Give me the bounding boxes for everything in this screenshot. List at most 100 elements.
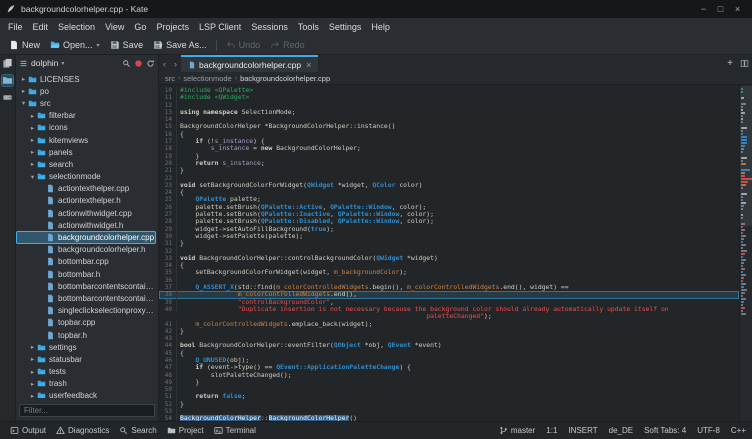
minimap-bar <box>741 256 743 258</box>
maximize-button[interactable]: □ <box>712 4 729 14</box>
project-selector[interactable]: dolphin ▾ <box>31 58 64 68</box>
tab-backgroundcolorhelper-cpp[interactable]: backgroundcolorhelper.cpp × <box>181 55 318 72</box>
menu-projects[interactable]: Projects <box>151 22 194 32</box>
close-button[interactable]: × <box>729 4 746 14</box>
indent-settings[interactable]: Soft Tabs: 4 <box>644 426 686 435</box>
dictionary[interactable]: de_DE <box>609 426 633 435</box>
undo-button[interactable]: Undo <box>221 39 266 51</box>
tree-folder-icons[interactable]: ▸icons <box>16 122 156 134</box>
save-button[interactable]: Save <box>105 39 149 51</box>
tab-close-icon[interactable]: × <box>306 60 311 70</box>
tree-file-actionwithwidget-cpp[interactable]: actionwithwidget.cpp <box>16 207 156 219</box>
code-line: 37 Q_ASSERT_X(std::find(m_colorControlle… <box>159 284 739 291</box>
code-line: 17 if (!s_instance) { <box>159 138 739 145</box>
project-search-icon[interactable] <box>122 59 131 68</box>
syntax-mode[interactable]: C++ <box>731 426 746 435</box>
tree-item-label: bottombar.cpp <box>58 257 109 266</box>
menu-sessions[interactable]: Sessions <box>246 22 293 32</box>
refresh-icon[interactable] <box>146 59 155 68</box>
minimap-bar <box>741 109 743 111</box>
tree-folder-po[interactable]: ▸po <box>16 85 156 97</box>
code-line: 45{ <box>159 350 739 357</box>
tree-folder-kitemviews[interactable]: ▸kitemviews <box>16 134 156 146</box>
toolview-diagnostics-button[interactable]: Diagnostics <box>52 426 113 435</box>
toolview-terminal-button[interactable]: Terminal <box>210 426 260 435</box>
minimap-scrollbar[interactable] <box>739 85 752 421</box>
tree-file-bottombarcontentscontainer-h[interactable]: bottombarcontentscontainer.h <box>16 292 156 304</box>
toolview-project-button[interactable]: Project <box>163 426 208 435</box>
code-token: QEvent <box>388 342 411 349</box>
tab-scroll-left-button[interactable]: ‹ <box>159 55 170 72</box>
tree-file-actiontexthelper-h[interactable]: actiontexthelper.h <box>16 195 156 207</box>
new-button[interactable]: New <box>4 39 45 51</box>
toolview-filesystem-icon[interactable] <box>2 92 13 103</box>
projects-menu-icon[interactable] <box>19 59 28 68</box>
tree-folder-panels[interactable]: ▸panels <box>16 146 156 158</box>
menu-file[interactable]: File <box>3 22 28 32</box>
tree-file-actionwithwidget-h[interactable]: actionwithwidget.h <box>16 219 156 231</box>
tab-scroll-right-button[interactable]: › <box>170 55 181 72</box>
breadcrumb: src›selectionmode›backgroundcolorhelper.… <box>159 72 752 85</box>
open-button[interactable]: Open...▾ <box>45 39 105 51</box>
document-switcher-button[interactable] <box>737 55 752 72</box>
folder-icon <box>37 355 46 364</box>
save-as-button[interactable]: Save As... <box>148 39 212 51</box>
input-mode[interactable]: INSERT <box>568 426 597 435</box>
tree-folder-tests[interactable]: ▸tests <box>16 366 156 378</box>
tree-folder-userfeedback[interactable]: ▸userfeedback <box>16 390 156 398</box>
document-new-icon <box>9 40 19 50</box>
tree-file-backgroundcolorhelper-h[interactable]: backgroundcolorhelper.h <box>16 244 156 256</box>
minimap-bar <box>741 208 743 210</box>
minimap-bar <box>741 118 743 120</box>
toolview-output-button[interactable]: Output <box>6 426 50 435</box>
code-token: QColor <box>372 182 395 189</box>
tree-folder-licenses[interactable]: ▸LICENSES <box>16 73 156 85</box>
minimap-bar <box>741 175 745 177</box>
tree-file-actiontexthelper-cpp[interactable]: actiontexthelper.cpp <box>16 183 156 195</box>
menu-selection[interactable]: Selection <box>53 22 100 32</box>
git-branch[interactable]: master <box>499 426 535 435</box>
minimap-bar <box>741 259 746 261</box>
code-view[interactable]: 10#include <QPalette>11#include <QWidget… <box>159 85 752 421</box>
stop-icon[interactable] <box>134 59 143 68</box>
tree-folder-trash[interactable]: ▸trash <box>16 378 156 390</box>
encoding[interactable]: UTF-8 <box>697 426 720 435</box>
breadcrumb-selectionmode[interactable]: selectionmode <box>183 74 231 83</box>
tree-folder-src[interactable]: ▾src <box>16 97 156 109</box>
menu-edit[interactable]: Edit <box>28 22 54 32</box>
tree-folder-statusbar[interactable]: ▸statusbar <box>16 353 156 365</box>
tree-file-topbar-h[interactable]: topbar.h <box>16 329 156 341</box>
tree-file-topbar-cpp[interactable]: topbar.cpp <box>16 317 156 329</box>
tree-file-bottombar-h[interactable]: bottombar.h <box>16 268 156 280</box>
tree-folder-filterbar[interactable]: ▸filterbar <box>16 110 156 122</box>
menu-help[interactable]: Help <box>366 22 395 32</box>
menu-tools[interactable]: Tools <box>293 22 324 32</box>
toolview-projects-icon[interactable] <box>2 75 13 86</box>
tree-file-bottombarcontentscontainer-cpp[interactable]: bottombarcontentscontainer.cpp <box>16 280 156 292</box>
tree-folder-search[interactable]: ▸search <box>16 158 156 170</box>
tree-file-bottombar-cpp[interactable]: bottombar.cpp <box>16 256 156 268</box>
folder-icon <box>37 343 46 352</box>
tree-folder-selectionmode[interactable]: ▾selectionmode <box>16 171 156 183</box>
menu-view[interactable]: View <box>100 22 129 32</box>
toolview-documents-icon[interactable] <box>2 58 13 69</box>
tree-folder-settings[interactable]: ▸settings <box>16 341 156 353</box>
new-tab-button[interactable]: + <box>723 55 737 72</box>
menu-settings[interactable]: Settings <box>324 22 367 32</box>
cursor-position[interactable]: 1:1 <box>546 426 557 435</box>
tree-file-singleclickselectionproxystyle-cpp[interactable]: singleclickselectionproxystyle.cpp <box>16 305 156 317</box>
redo-button[interactable]: Redo <box>265 39 310 51</box>
tree-file-backgroundcolorhelper-cpp[interactable]: backgroundcolorhelper.cpp <box>16 231 156 243</box>
breadcrumb-src[interactable]: src <box>165 74 175 83</box>
undo-label: Undo <box>239 40 261 50</box>
line-text: palette.setBrush(QPalette::Disabled, QPa… <box>177 218 739 225</box>
tree-item-label: icons <box>49 123 68 132</box>
line-text: palette.setBrush(QPalette::Active, QPale… <box>177 204 739 211</box>
filter-input[interactable] <box>19 404 155 417</box>
menu-go[interactable]: Go <box>129 22 151 32</box>
menu-lsp-client[interactable]: LSP Client <box>194 22 246 32</box>
breadcrumb-backgroundcolorhelper.cpp[interactable]: backgroundcolorhelper.cpp <box>240 74 330 83</box>
minimap-bar <box>741 262 744 264</box>
minimize-button[interactable]: − <box>695 4 712 14</box>
toolview-search-button[interactable]: Search <box>115 426 160 435</box>
